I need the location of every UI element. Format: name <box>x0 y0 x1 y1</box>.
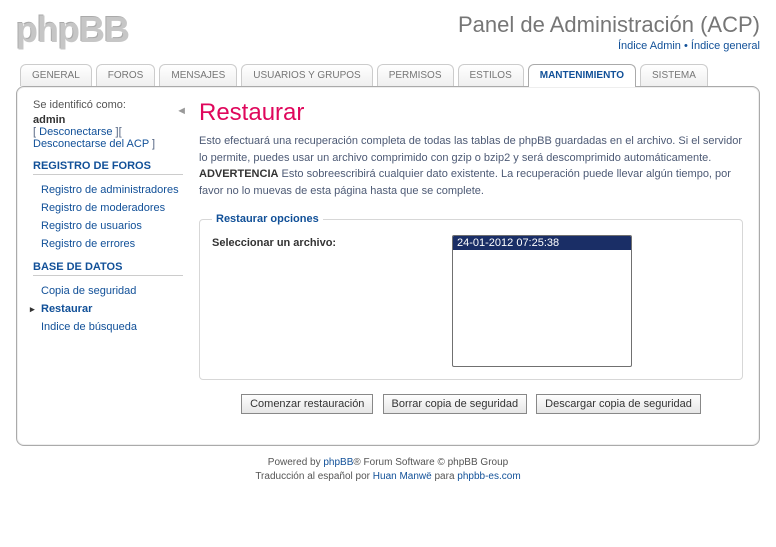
sidebar-item[interactable]: Registro de errores <box>33 235 183 253</box>
start-restore-button[interactable]: Comenzar restauración <box>241 394 373 414</box>
sidebar-item[interactable]: Copia de seguridad <box>33 282 183 300</box>
restore-options-legend: Restaurar opciones <box>212 213 323 225</box>
sidebar-link[interactable]: Registro de administradores <box>41 184 179 196</box>
tab-general[interactable]: GENERAL <box>20 64 92 86</box>
collapse-arrow-icon[interactable]: ◄ <box>176 105 187 117</box>
tab-permisos[interactable]: PERMISOS <box>377 64 454 86</box>
phpbb-es-link[interactable]: phpbb-es.com <box>457 471 520 482</box>
backup-file-select[interactable]: 24-01-2012 07:25:38 <box>452 235 632 367</box>
sidebar-link[interactable]: Registro de usuarios <box>41 220 142 232</box>
tab-foros[interactable]: FOROS <box>96 64 156 86</box>
translator-link[interactable]: Huan Manwë <box>373 471 432 482</box>
sidebar-item[interactable]: Registro de moderadores <box>33 199 183 217</box>
sidebar-link[interactable]: Registro de errores <box>41 238 135 250</box>
page-title: Restaurar <box>199 99 743 127</box>
main-panel: Se identificó como: ◄ admin [ Desconecta… <box>16 86 760 446</box>
select-file-label: Seleccionar un archivo: <box>212 235 432 249</box>
sidebar-item[interactable]: Restaurar <box>33 300 183 318</box>
acp-title: Panel de Administración (ACP) <box>458 12 760 38</box>
download-backup-button[interactable]: Descargar copia de seguridad <box>536 394 701 414</box>
tab-usuarios-y-grupos[interactable]: USUARIOS Y GRUPOS <box>241 64 372 86</box>
sidebar-link[interactable]: Copia de seguridad <box>41 285 136 297</box>
tab-mensajes[interactable]: MENSAJES <box>159 64 237 86</box>
delete-backup-button[interactable]: Borrar copia de seguridad <box>383 394 528 414</box>
phpbb-link[interactable]: phpBB <box>323 457 353 468</box>
phpbb-logo: phpBB <box>16 12 129 48</box>
sidebar-item[interactable]: Indice de búsqueda <box>33 318 183 336</box>
restore-options-fieldset: Restaurar opciones Seleccionar un archiv… <box>199 213 743 380</box>
logout-link[interactable]: Desconectarse <box>39 126 112 138</box>
separator-dot: • <box>681 40 691 52</box>
sidebar-item[interactable]: Registro de administradores <box>33 181 183 199</box>
general-index-link[interactable]: Índice general <box>691 40 760 52</box>
action-buttons: Comenzar restauración Borrar copia de se… <box>199 394 743 414</box>
login-info: Se identificó como: ◄ <box>33 99 183 111</box>
sidebar-item[interactable]: Registro de usuarios <box>33 217 183 235</box>
sidebar-link[interactable]: Registro de moderadores <box>41 202 165 214</box>
page-description: Esto efectuará una recuperación completa… <box>199 133 743 199</box>
tab-estilos[interactable]: ESTILOS <box>458 64 524 86</box>
sidebar-heading-logs: REGISTRO DE FOROS <box>33 160 183 175</box>
sidebar-list-db: Copia de seguridad Restaurar Indice de bús… <box>33 282 183 336</box>
tab-sistema[interactable]: SISTEMA <box>640 64 708 86</box>
admin-index-link[interactable]: Índice Admin <box>618 40 681 52</box>
sidebar-link[interactable]: Indice de búsqueda <box>41 321 137 333</box>
footer: Powered by phpBB® Forum Software © phpBB… <box>16 456 760 484</box>
login-username: admin <box>33 114 183 126</box>
sidebar-heading-db: BASE DE DATOS <box>33 261 183 276</box>
main-tabs: GENERALFOROSMENSAJESUSUARIOS Y GRUPOSPER… <box>16 64 760 86</box>
sidebar-list-logs: Registro de administradores Registro de m… <box>33 181 183 253</box>
tab-mantenimiento[interactable]: MANTENIMIENTO <box>528 64 636 87</box>
logout-acp-link[interactable]: Desconectarse del ACP <box>33 138 149 150</box>
